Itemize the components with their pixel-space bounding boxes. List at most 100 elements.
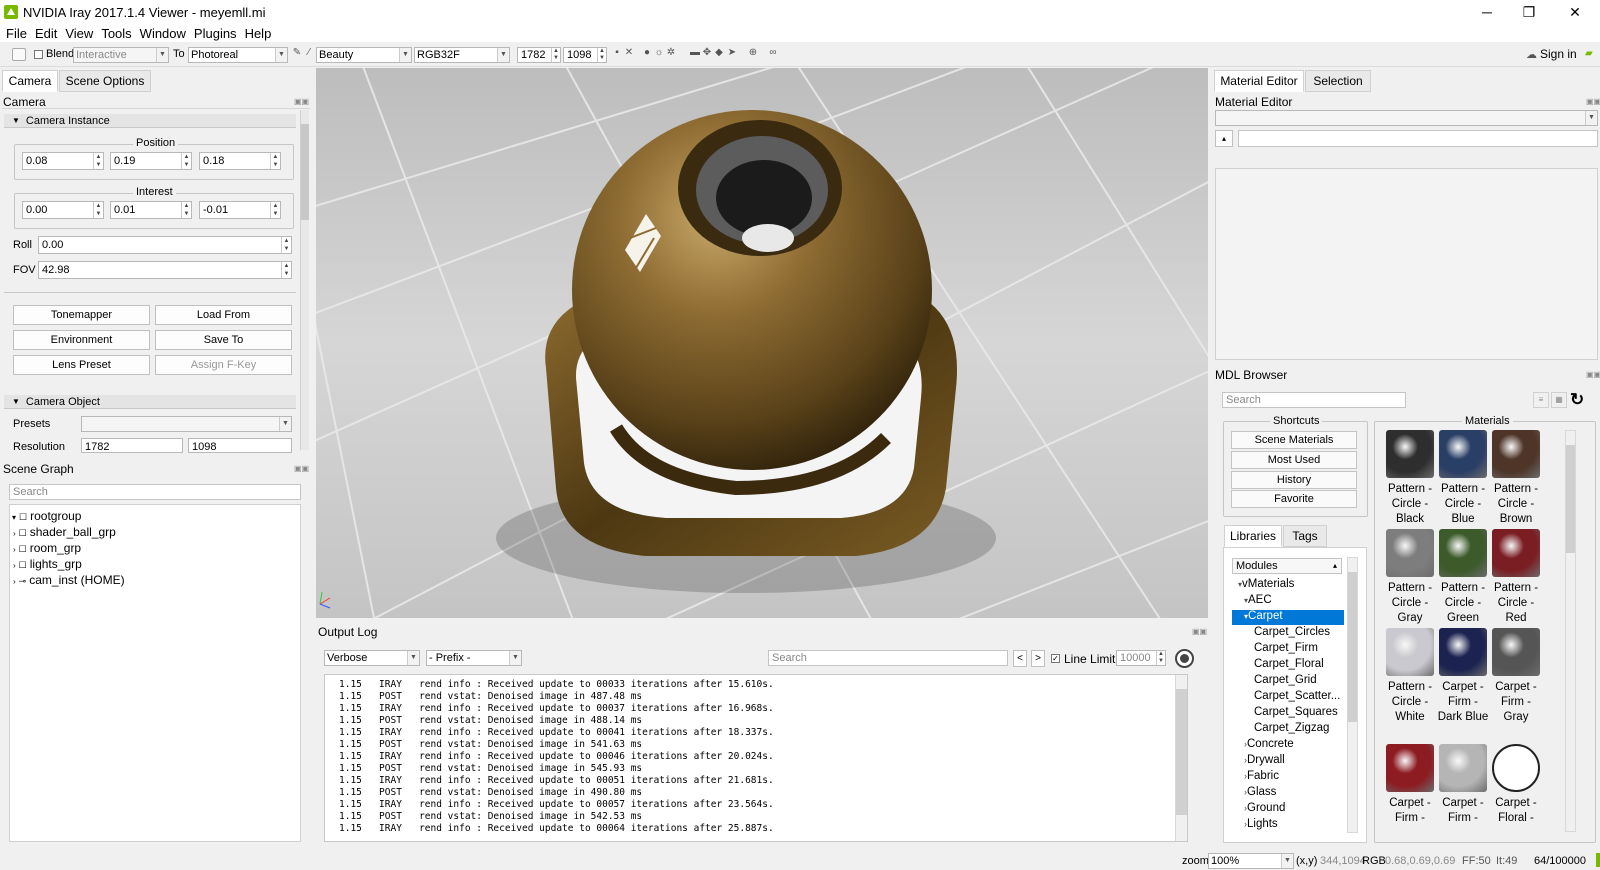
dock-float-icon[interactable]: ▣▣ bbox=[1586, 370, 1600, 379]
close-button[interactable]: ✕ bbox=[1552, 0, 1598, 24]
log-next-button[interactable]: > bbox=[1031, 650, 1045, 667]
shortcut-favorite[interactable]: Favorite bbox=[1231, 490, 1357, 508]
glasses-icon[interactable]: ∞ bbox=[768, 47, 778, 58]
maximize-button[interactable]: ❐ bbox=[1506, 0, 1552, 24]
spin-arrows-icon[interactable]: ▲ ▼ bbox=[551, 48, 560, 62]
module-carpet-scatter[interactable]: Carpet_Scatter... bbox=[1254, 690, 1340, 702]
shortcut-history[interactable]: History bbox=[1231, 471, 1357, 489]
pixel-format-select[interactable]: RGB32F ▼ bbox=[414, 47, 510, 63]
module-glass[interactable]: ›Glass bbox=[1244, 786, 1276, 798]
save-to-button[interactable]: Save To bbox=[155, 330, 292, 350]
to-mode-select[interactable]: Photoreal ▼ bbox=[188, 47, 288, 63]
dock-float-icon[interactable]: ▣▣ bbox=[1586, 97, 1600, 106]
refresh-icon[interactable]: ↻ bbox=[1570, 390, 1584, 410]
menu-file[interactable]: File bbox=[6, 26, 27, 41]
scrollbar-thumb[interactable] bbox=[1566, 445, 1575, 553]
dock-float-icon[interactable]: ▣▣ bbox=[1192, 627, 1207, 636]
spin-arrows-icon[interactable]: ▲ ▼ bbox=[93, 202, 103, 218]
module-ground[interactable]: ›Ground bbox=[1244, 802, 1285, 814]
position-y-field[interactable]: 0.19 ▲ ▼ bbox=[110, 152, 192, 170]
blend-mode-select[interactable]: Interactive ▼ bbox=[73, 47, 169, 63]
material-tile[interactable]: Carpet - Firm - Gray bbox=[1490, 628, 1542, 725]
module-carpet-zigzag[interactable]: Carpet_Zigzag bbox=[1254, 722, 1329, 734]
camera-panel-scrollbar[interactable] bbox=[300, 110, 309, 450]
line-limit-spinbox[interactable]: 10000 ▲ ▼ bbox=[1116, 650, 1166, 666]
material-tile[interactable]: Pattern - Circle - Black bbox=[1384, 430, 1436, 527]
presets-select[interactable]: ▼ bbox=[81, 416, 292, 432]
module-aec[interactable]: ▾AEC bbox=[1244, 594, 1272, 606]
tree-item-shader-ball-grp[interactable]: › ☐ shader_ball_grp bbox=[13, 525, 116, 539]
material-expand-button[interactable]: ▴ bbox=[1215, 130, 1233, 147]
target-icon[interactable]: ⊕ bbox=[748, 47, 758, 58]
tab-camera[interactable]: Camera bbox=[2, 70, 58, 92]
camera-object-header[interactable]: ▼ Camera Object bbox=[4, 395, 296, 409]
scene-graph-search[interactable]: Search bbox=[9, 484, 301, 500]
material-tile[interactable]: Pattern - Circle - Brown bbox=[1490, 430, 1542, 527]
spin-arrows-icon[interactable]: ▲ ▼ bbox=[270, 202, 280, 218]
interest-z-field[interactable]: -0.01 ▲ ▼ bbox=[199, 201, 281, 219]
environment-button[interactable]: Environment bbox=[13, 330, 150, 350]
spin-arrows-icon[interactable]: ▲ ▼ bbox=[1156, 651, 1165, 665]
sun-icon[interactable]: ☼ bbox=[654, 47, 664, 58]
list-view-icon[interactable]: ≡ bbox=[1533, 392, 1549, 408]
spin-arrows-icon[interactable]: ▲ ▼ bbox=[93, 153, 103, 169]
move-icon[interactable]: ✥ bbox=[702, 47, 712, 58]
grid-view-icon[interactable]: ▦ bbox=[1551, 392, 1567, 408]
material-name-field[interactable] bbox=[1238, 130, 1598, 147]
settings-icon[interactable]: ✲ bbox=[666, 47, 676, 58]
view-icon[interactable]: ▬ bbox=[690, 47, 700, 58]
fov-field[interactable]: 42.98 ▲ ▼ bbox=[38, 261, 292, 279]
modules-header[interactable]: Modules ▴ bbox=[1232, 558, 1342, 574]
module-fabric[interactable]: ›Fabric bbox=[1244, 770, 1279, 782]
tab-libraries[interactable]: Libraries bbox=[1224, 525, 1282, 547]
log-level-select[interactable]: Verbose ▼ bbox=[324, 650, 420, 666]
module-carpet-squares[interactable]: Carpet_Squares bbox=[1254, 706, 1338, 718]
material-tile[interactable]: Pattern - Circle - Red bbox=[1490, 529, 1542, 626]
tree-item-room-grp[interactable]: › ☐ room_grp bbox=[13, 541, 81, 555]
shortcut-most-used[interactable]: Most Used bbox=[1231, 451, 1357, 469]
material-tile[interactable]: Carpet - Firm - bbox=[1437, 744, 1489, 826]
tab-scene-options[interactable]: Scene Options bbox=[59, 70, 151, 92]
lock-icon[interactable]: ▪ bbox=[612, 47, 622, 58]
menu-edit[interactable]: Edit bbox=[35, 26, 57, 41]
position-x-field[interactable]: 0.08 ▲ ▼ bbox=[22, 152, 104, 170]
tab-material-editor[interactable]: Material Editor bbox=[1214, 70, 1304, 92]
position-z-field[interactable]: 0.18 ▲ ▼ bbox=[199, 152, 281, 170]
scrollbar-thumb[interactable] bbox=[301, 124, 309, 220]
spin-arrows-icon[interactable]: ▲ ▼ bbox=[181, 202, 191, 218]
sign-in-link[interactable]: Sign in bbox=[1540, 47, 1577, 61]
height-spinbox[interactable]: 1098 ▲ ▼ bbox=[563, 47, 607, 63]
spin-arrows-icon[interactable]: ▲ ▼ bbox=[281, 262, 291, 278]
shortcut-scene-materials[interactable]: Scene Materials bbox=[1231, 431, 1357, 449]
interest-y-field[interactable]: 0.01 ▲ ▼ bbox=[110, 201, 192, 219]
pan-icon[interactable]: ◆ bbox=[714, 47, 724, 58]
material-tile[interactable]: Carpet - Firm - bbox=[1384, 744, 1436, 826]
dock-float-icon[interactable]: ▣▣ bbox=[294, 97, 309, 106]
assign-f-key-button[interactable]: Assign F-Key bbox=[155, 355, 292, 375]
menu-view[interactable]: View bbox=[65, 26, 93, 41]
menu-plugins[interactable]: Plugins bbox=[194, 26, 237, 41]
dock-float-icon[interactable]: ▣▣ bbox=[294, 464, 309, 473]
lens-preset-button[interactable]: Lens Preset bbox=[13, 355, 150, 375]
module-carpet-grid[interactable]: Carpet_Grid bbox=[1254, 674, 1317, 686]
camera-instance-header[interactable]: ▼ Camera Instance bbox=[4, 114, 296, 128]
tab-tags[interactable]: Tags bbox=[1283, 525, 1327, 547]
width-spinbox[interactable]: 1782 ▲ ▼ bbox=[517, 47, 561, 63]
zoom-select[interactable]: 100% ▼ bbox=[1208, 853, 1294, 869]
module-carpet-selected[interactable]: ▾Carpet bbox=[1232, 610, 1344, 625]
material-select[interactable]: ▼ bbox=[1215, 110, 1598, 126]
menu-tools[interactable]: Tools bbox=[101, 26, 131, 41]
blend-checkbox[interactable] bbox=[34, 50, 43, 59]
material-tile[interactable]: Pattern - Circle - White bbox=[1384, 628, 1436, 725]
tree-item-lights-grp[interactable]: › ☐ lights_grp bbox=[13, 557, 82, 571]
resolution-width-field[interactable]: 1782 bbox=[81, 438, 183, 453]
minimize-button[interactable]: ─ bbox=[1464, 0, 1510, 24]
library-scrollbar[interactable] bbox=[1347, 557, 1358, 833]
cursor-icon[interactable]: ➤ bbox=[727, 47, 737, 58]
module-concrete[interactable]: ›Concrete bbox=[1244, 738, 1294, 750]
module-carpet-firm[interactable]: Carpet_Firm bbox=[1254, 642, 1318, 654]
log-search-input[interactable]: Search bbox=[768, 650, 1008, 666]
material-tile[interactable]: Pattern - Circle - Blue bbox=[1437, 430, 1489, 527]
line-limit-checkbox[interactable]: ✓ bbox=[1051, 654, 1060, 663]
module-drywall[interactable]: ›Drywall bbox=[1244, 754, 1285, 766]
